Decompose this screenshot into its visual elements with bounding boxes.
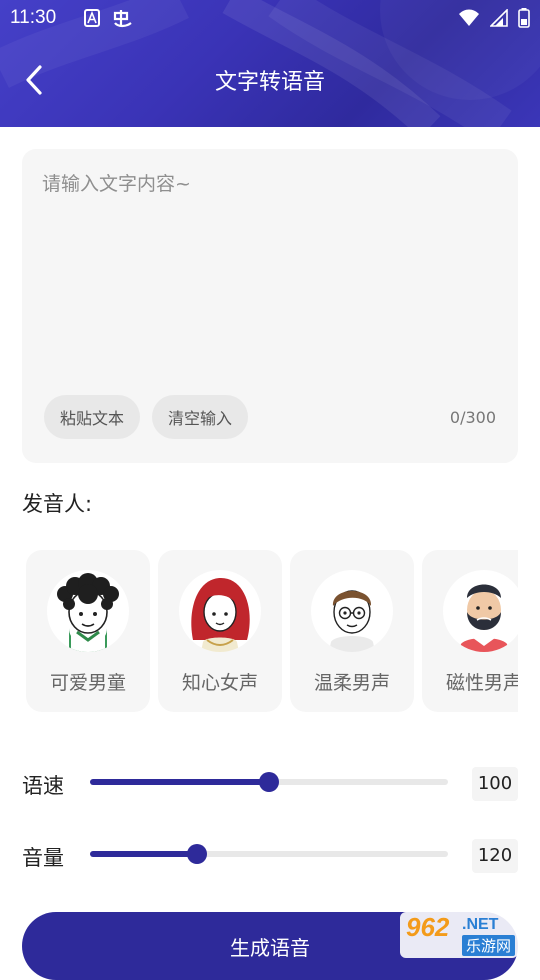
clear-input-button[interactable]: 清空输入 — [152, 395, 248, 439]
signal-icon — [490, 9, 508, 27]
paste-text-button[interactable]: 粘贴文本 — [44, 395, 140, 439]
wifi-icon — [459, 9, 479, 26]
voice-card-boy[interactable]: 可爱男童 — [26, 550, 150, 712]
char-count: 0/300 — [449, 408, 496, 427]
status-bar: 11:30 — [0, 0, 540, 40]
speed-value: 100 — [472, 767, 518, 801]
status-time: 11:30 — [10, 7, 57, 28]
volume-slider[interactable] — [90, 844, 448, 864]
voice-list[interactable]: 可爱男童 知心女声 温柔男声 磁性男声 — [22, 550, 518, 712]
text-input[interactable] — [40, 167, 504, 371]
volume-label: 音量 — [22, 846, 64, 870]
voice-name: 知心女声 — [181, 672, 258, 694]
notification-a-icon — [84, 9, 100, 27]
generate-speech-label: 生成语音 — [230, 936, 310, 960]
voice-name: 磁性男声 — [445, 672, 518, 694]
battery-icon — [518, 8, 530, 28]
voice-card-magnetic-man[interactable]: 磁性男声 — [422, 550, 518, 712]
voice-name: 温柔男声 — [313, 672, 390, 694]
app-header: 11:30 文字转语音 — [0, 0, 540, 127]
watermark-logo: 962 .NET 乐游网 — [400, 912, 518, 958]
speed-slider-thumb[interactable] — [259, 772, 279, 792]
voice-name: 可爱男童 — [49, 672, 126, 694]
bearded-man-avatar-icon — [443, 570, 518, 652]
page-title: 文字转语音 — [214, 70, 325, 95]
glasses-man-avatar-icon — [311, 570, 393, 652]
voice-card-woman[interactable]: 知心女声 — [158, 550, 282, 712]
voice-section-label: 发音人: — [22, 492, 93, 516]
watermark-suffix: .NET — [462, 916, 499, 933]
volume-value: 120 — [472, 839, 518, 873]
watermark-number: 962 — [406, 912, 450, 942]
watermark-site: 乐游网 — [462, 935, 516, 956]
woman-avatar-icon — [179, 570, 261, 652]
boy-avatar-icon — [47, 570, 129, 652]
speed-slider-fill — [90, 779, 269, 785]
voice-card-gentle-man[interactable]: 温柔男声 — [290, 550, 414, 712]
text-input-card: 粘贴文本 清空输入 0/300 — [22, 149, 518, 463]
speed-slider[interactable] — [90, 772, 448, 792]
speed-label: 语速 — [22, 774, 64, 798]
volume-slider-fill — [90, 851, 198, 857]
volume-slider-thumb[interactable] — [187, 844, 208, 864]
bug-icon — [113, 10, 132, 28]
